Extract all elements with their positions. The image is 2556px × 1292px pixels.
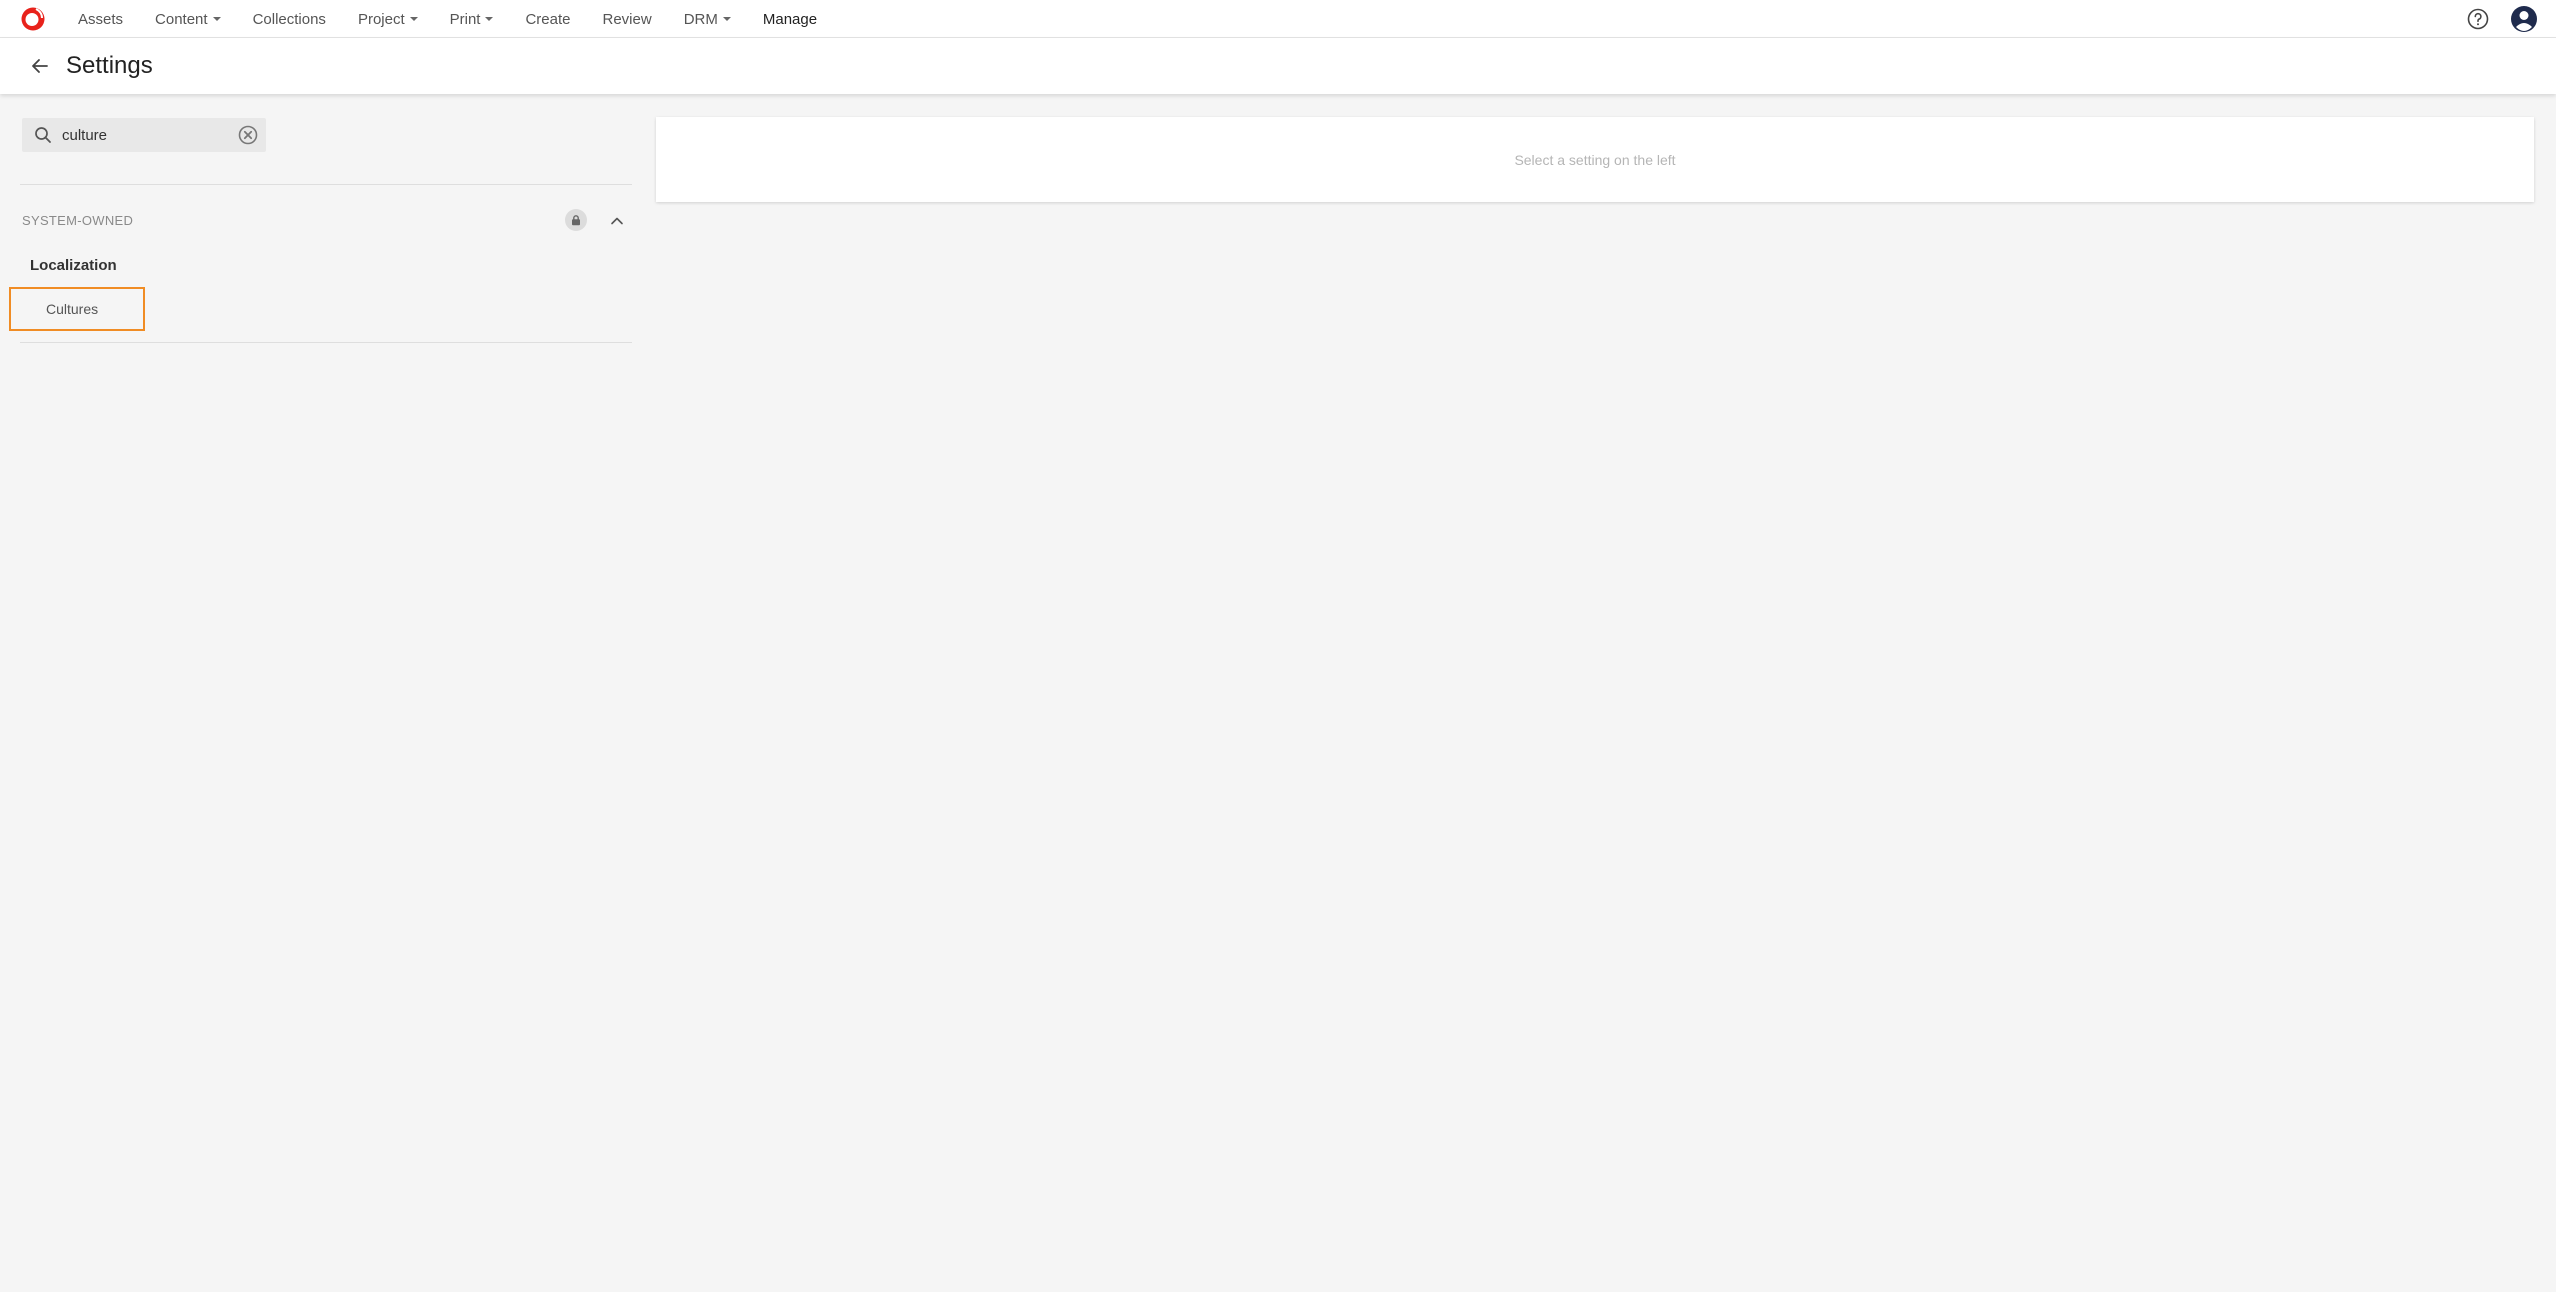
nav-manage[interactable]: Manage	[763, 11, 817, 28]
setting-item-cultures[interactable]: Cultures	[9, 287, 145, 331]
search-box	[22, 118, 266, 152]
main-nav: Assets Content Collections Project Print…	[78, 0, 849, 38]
nav-create[interactable]: Create	[525, 11, 570, 28]
lock-icon	[565, 209, 587, 231]
page-header: Settings	[0, 38, 2556, 94]
search-icon	[35, 127, 51, 143]
nav-assets[interactable]: Assets	[78, 11, 123, 28]
user-avatar-icon[interactable]	[2510, 5, 2538, 33]
caret-down-icon	[212, 17, 221, 21]
nav-collections[interactable]: Collections	[253, 11, 326, 28]
nav-review[interactable]: Review	[603, 11, 652, 28]
divider	[20, 342, 632, 343]
empty-state-message: Select a setting on the left	[1514, 151, 1676, 168]
section-system-owned[interactable]: SYSTEM-OWNED	[22, 206, 632, 236]
divider	[20, 184, 632, 185]
caret-down-icon	[485, 17, 494, 21]
clear-search-icon[interactable]	[238, 125, 258, 145]
arrow-left-icon[interactable]	[28, 54, 52, 78]
settings-sidebar: SYSTEM-OWNED Localization Cultures	[0, 94, 640, 1292]
nav-print[interactable]: Print	[450, 11, 494, 28]
group-title-localization: Localization	[30, 257, 117, 274]
nav-right-tools	[2466, 5, 2538, 33]
section-label: SYSTEM-OWNED	[22, 213, 134, 228]
nav-drm[interactable]: DRM	[684, 11, 731, 28]
top-nav-bar: Assets Content Collections Project Print…	[0, 0, 2556, 38]
setting-detail-panel: Select a setting on the left	[656, 117, 2534, 202]
nav-content[interactable]: Content	[155, 11, 221, 28]
brand-logo-icon[interactable]	[20, 6, 46, 32]
caret-down-icon	[722, 17, 731, 21]
caret-down-icon	[409, 17, 418, 21]
nav-project[interactable]: Project	[358, 11, 418, 28]
search-input[interactable]	[62, 118, 232, 152]
setting-item-label: Cultures	[46, 301, 99, 317]
help-circle-icon[interactable]	[2466, 7, 2490, 31]
chevron-up-icon[interactable]	[608, 212, 626, 230]
page-title: Settings	[66, 52, 153, 79]
